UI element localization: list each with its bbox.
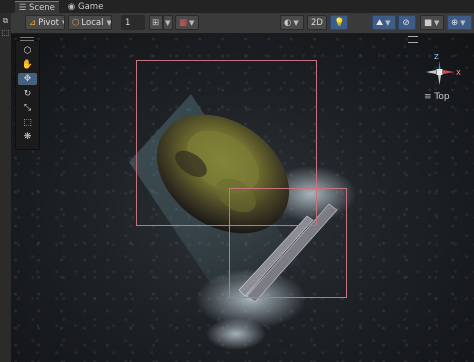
chevron-down-icon: ▼ — [106, 19, 112, 27]
lightbulb-icon: 💡 — [334, 18, 345, 28]
view-label[interactable]: ≡ Top — [424, 92, 450, 102]
scale-icon: ⤡ — [23, 103, 32, 113]
chevron-down-icon: ▼ — [434, 19, 440, 27]
shading-mode-icon: ◐ — [284, 18, 292, 28]
local-global-dropdown[interactable]: ⬡ Local ▼ — [68, 15, 112, 30]
chevron-down-icon: ▼ — [385, 19, 391, 27]
view-tool-icon: ⬡ — [23, 46, 32, 56]
snap-increment-field[interactable]: 1 — [121, 15, 145, 30]
local-label: Local — [81, 18, 104, 28]
rotate-tool-button[interactable]: ↻ — [18, 88, 37, 100]
unity-scene-window: ☰Scene ◉Game ⧉ ⬚ ⊿Pivot▼ ⬡Local▼ 1 ⊞ ▼ ▦… — [0, 0, 474, 362]
move-tool-button[interactable]: ✥ — [18, 73, 37, 85]
tab-game-label: Game — [78, 2, 104, 12]
snap-value: 1 — [125, 18, 131, 28]
grid-visibility-button[interactable]: ▦ ▼ — [175, 15, 199, 30]
gizmos-dropdown[interactable]: ⊕ ▼ — [447, 15, 472, 30]
transform-tool-button[interactable]: ❋ — [18, 131, 37, 143]
grid-icon: ▦ — [179, 18, 188, 28]
mode-2d-label: 2D — [311, 18, 323, 28]
water-foam — [206, 318, 266, 350]
gizmos-icon: ⊕ — [451, 18, 459, 28]
chevron-down-icon: ▼ — [189, 19, 195, 27]
overlay-grip[interactable] — [20, 37, 34, 41]
chevron-down-icon: ▼ — [460, 19, 466, 27]
chevron-down-icon: ▼ — [293, 19, 299, 27]
hidden-objects-toggle[interactable]: ⊘ — [398, 15, 416, 30]
pier-selection-bounds — [229, 188, 347, 298]
view-menu-icon: ≡ — [424, 92, 432, 102]
local-cube-icon: ⬡ — [72, 18, 80, 28]
tab-bar: ☰ Scene ◉ Game — [0, 0, 474, 14]
mode-2d-toggle[interactable]: 2D — [307, 15, 327, 30]
game-controller-icon: ◉ — [67, 2, 76, 12]
lighting-toggle[interactable]: 💡 — [330, 15, 348, 30]
pivot-label: Pivot — [38, 18, 59, 28]
view-tool-button[interactable]: ⬡ — [18, 45, 37, 57]
pivot-dropdown[interactable]: ⊿Pivot▼ — [25, 15, 65, 30]
pivot-icon: ⊿ — [29, 18, 37, 28]
scale-tool-button[interactable]: ⤡ — [18, 102, 37, 114]
move-arrows-icon: ✥ — [23, 74, 32, 84]
camera-icon: ■ — [424, 18, 433, 28]
scene-toolbar: ⊿Pivot▼ ⬡Local▼ 1 ⊞ ▼ ▦▼ ◐▼ 2D 💡 ⛰▼ ⊘ — [11, 13, 474, 34]
overlay-menu-icon[interactable]: ⧉ — [1, 16, 10, 25]
scene-viewport[interactable]: ⬡ ✋ ✥ ↻ ⤡ ⬚ ❋ Z X ≡ Top — [11, 34, 474, 362]
grid-snapping-button[interactable]: ⊞ — [149, 15, 163, 30]
tools-overlay: ⬡ ✋ ✥ ↻ ⤡ ⬚ ❋ — [15, 37, 40, 150]
effects-icon: ⛰ — [376, 18, 384, 28]
layers-icon[interactable]: ⬚ — [1, 28, 10, 37]
grid-snap-icon: ⊞ — [152, 18, 160, 28]
x-axis-label: X — [456, 69, 461, 77]
draw-mode-dropdown[interactable]: ◐ ▼ — [280, 15, 304, 30]
camera-settings-dropdown[interactable]: ■ ▼ — [420, 15, 444, 30]
effects-dropdown[interactable]: ⛰ ▼ — [372, 15, 396, 30]
transform-icon: ❋ — [23, 132, 32, 142]
chevron-down-icon: ▼ — [62, 19, 64, 27]
tab-game[interactable]: ◉ Game — [64, 1, 107, 13]
tab-scene-label: Scene — [29, 3, 55, 13]
z-axis-label: Z — [434, 53, 439, 61]
rotate-icon: ↻ — [23, 89, 32, 99]
hand-tool-button[interactable]: ✋ — [18, 59, 37, 71]
grid-snap-dropdown[interactable]: ▼ — [163, 15, 173, 30]
view-label-text: Top — [434, 92, 450, 102]
hand-icon: ✋ — [21, 60, 34, 70]
chevron-down-icon: ▼ — [165, 19, 171, 27]
eye-slash-icon: ⊘ — [402, 18, 410, 28]
rect-tool-button[interactable]: ⬚ — [18, 117, 37, 129]
rect-icon: ⬚ — [23, 118, 32, 128]
